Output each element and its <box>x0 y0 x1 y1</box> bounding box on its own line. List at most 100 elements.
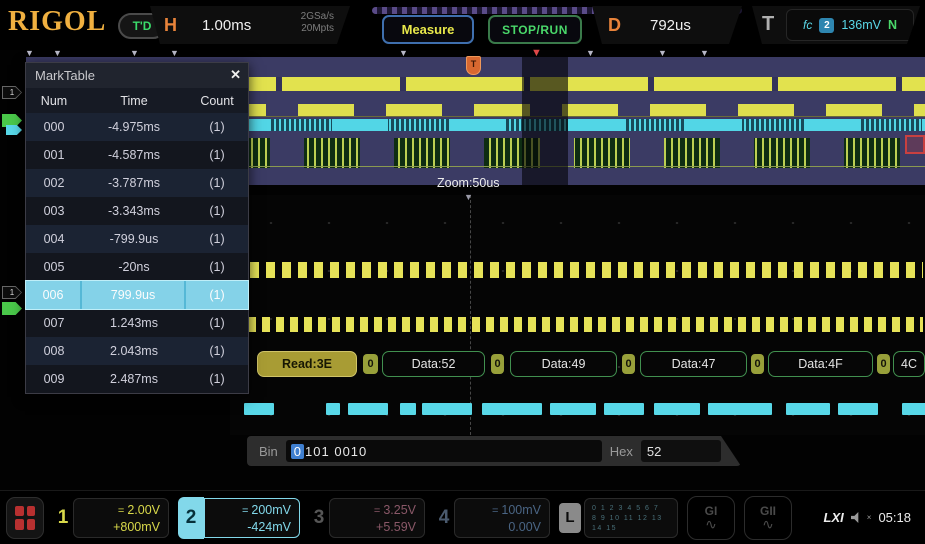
ch1-marker[interactable]: 1 <box>2 86 22 99</box>
cyan-burst <box>550 403 596 415</box>
trigger-label: T <box>762 13 775 35</box>
channel-1-status[interactable]: 1 = 2.00V +800mV <box>53 497 169 538</box>
quick-menu-button[interactable] <box>6 496 44 539</box>
chevron-down-icon: ▼ <box>399 48 408 58</box>
channel-2-box[interactable]: = 200mV -424mV <box>204 497 300 538</box>
cyan-burst <box>244 403 274 415</box>
marktable-cell-count: (1) <box>209 344 225 358</box>
logic-channels-status[interactable]: L 0 1 2 3 4 5 6 7 8 9 10 11 12 13 14 15 <box>559 497 678 538</box>
clock-trace-upper <box>234 262 923 278</box>
marktable-cell-count: (1) <box>209 148 225 162</box>
col-time: Time <box>120 93 148 108</box>
decode-value-bar: Bin 0 101 0010 Hex 52 <box>247 436 741 466</box>
marktable-row[interactable]: 009 2.487ms (1) <box>26 365 248 393</box>
cyan-burst <box>902 403 925 415</box>
sample-rate: 2GSa/s <box>300 11 334 22</box>
decode-frame: 4C <box>893 351 925 377</box>
zoomed-view[interactable]: ▼ Read:3E 0 Data:52 0 Data:49 0 Data:47 0 Data:4… <box>230 192 925 435</box>
channel-4-box[interactable]: = 100mV 0.00V <box>454 497 550 538</box>
chevron-down-icon: ▼ <box>25 48 34 58</box>
sound-muted-icon[interactable] <box>850 512 859 523</box>
marktable-cell-num: 003 <box>43 204 65 218</box>
marktable-row[interactable]: 001 -4.587ms (1) <box>26 141 248 169</box>
channel-2-status[interactable]: 2 = 200mV -424mV <box>178 496 300 539</box>
channel-2-offset: -424mV <box>247 519 291 534</box>
channel-3-scale: 3.25V <box>383 502 416 517</box>
marktable-cell-count: (1) <box>209 204 225 218</box>
channel-4-status[interactable]: 4 = 100mV 0.00V <box>434 497 550 538</box>
delay-value: 792us <box>650 17 691 34</box>
horizontal-label: H <box>164 15 177 35</box>
marktable-row[interactable]: 006 799.9us (1) <box>25 280 249 310</box>
marktable-cell-time: 799.9us <box>82 281 186 309</box>
measure-button[interactable]: Measure <box>382 15 474 44</box>
chevron-down-icon: ▼ <box>700 48 709 58</box>
stop-run-button[interactable]: STOP/RUN <box>488 15 582 44</box>
center-gridline <box>470 195 471 435</box>
marktable-cell-time: -4.975ms <box>107 120 161 134</box>
trigger-mode: N <box>887 18 897 32</box>
timebase-value: 1.00ms <box>202 17 252 34</box>
marktable-cell-time: -3.343ms <box>107 204 161 218</box>
marktable-row[interactable]: 002 -3.787ms (1) <box>26 169 248 197</box>
cyan-channel-marker[interactable] <box>6 125 22 135</box>
channel-3-box[interactable]: = 3.25V +5.59V <box>329 497 425 538</box>
decode-ack-bit: 0 <box>363 354 378 374</box>
logic-row2: 8 9 10 11 12 13 14 15 <box>592 514 663 532</box>
generator-1-button[interactable]: GI ∿ <box>687 495 735 540</box>
decode-ack-bit: 0 <box>622 354 635 374</box>
marktable-row[interactable]: 005 -20ns (1) <box>26 253 248 281</box>
coupling-icon: = <box>241 504 249 517</box>
zoom-window-region[interactable] <box>522 57 568 185</box>
marktable-row[interactable]: 000 -4.975ms (1) <box>26 113 248 141</box>
marktable-cell-time: 1.243ms <box>110 316 158 330</box>
delay-position-marker: ▼ <box>531 47 542 59</box>
chevron-down-icon: ▼ <box>53 48 62 58</box>
hex-value: 52 <box>641 440 721 462</box>
close-icon[interactable]: ✕ <box>230 67 241 83</box>
marktable-cell-num: 006 <box>26 281 82 309</box>
logic-label: L <box>559 502 581 533</box>
generator-2-button[interactable]: GII ∿ <box>744 495 792 540</box>
lxi-indicator: LXI <box>823 510 844 525</box>
cyan-burst <box>654 403 700 415</box>
col-count: Count <box>200 93 234 108</box>
chevron-down-icon: ▼ <box>586 48 595 58</box>
decode-frame: Data:4F <box>768 351 873 377</box>
cyan-burst <box>838 403 878 415</box>
bin-input[interactable]: 0 101 0010 <box>286 440 602 462</box>
marktable-header: Num Time Count <box>26 88 248 113</box>
bin-value: 101 0010 <box>305 443 368 459</box>
ch1-zoom-marker[interactable]: 1 <box>2 286 22 299</box>
trigger-position-flag[interactable]: T <box>466 56 481 75</box>
marktable-cell-count: (1) <box>209 372 225 386</box>
marktable-cell-num: 007 <box>43 316 65 330</box>
chevron-down-icon: ▼ <box>170 48 179 58</box>
marktable-row[interactable]: 003 -3.343ms (1) <box>26 197 248 225</box>
channel-1-offset: +800mV <box>113 519 160 534</box>
acquisition-info: 2GSa/s 20Mpts <box>301 11 334 35</box>
decode-ack-bit: 0 <box>491 354 504 374</box>
logic-channels-box[interactable]: 0 1 2 3 4 5 6 7 8 9 10 11 12 13 14 15 <box>584 497 678 538</box>
channel-3-status[interactable]: 3 = 3.25V +5.59V <box>309 497 425 538</box>
cyan-burst <box>422 403 472 415</box>
marktable-cell-count: (1) <box>209 260 225 274</box>
marktable-row[interactable]: 007 1.243ms (1) <box>26 309 248 337</box>
chevron-down-icon: ▼ <box>130 48 139 58</box>
horizontal-menu[interactable]: H 1.00ms 2GSa/s 20Mpts <box>150 6 350 44</box>
marktable-titlebar[interactable]: MarkTable ✕ <box>26 63 248 88</box>
memory-depth: 20Mpts <box>301 23 334 34</box>
marktable-row[interactable]: 004 -799.9us (1) <box>26 225 248 253</box>
mute-x-icon: × <box>866 513 872 522</box>
cyan-burst <box>482 403 542 415</box>
cyan-burst <box>348 403 388 415</box>
marktable-row[interactable]: 008 2.043ms (1) <box>26 337 248 365</box>
delay-menu[interactable]: D 792us <box>592 6 742 44</box>
rigol-logo: RIGOL <box>8 6 107 37</box>
trigger-menu[interactable]: T fc 2 136mV N <box>752 6 920 44</box>
cyan-burst <box>786 403 830 415</box>
channel-1-box[interactable]: = 2.00V +800mV <box>73 497 169 538</box>
system-time: 05:18 <box>878 510 911 525</box>
green-zoom-marker[interactable] <box>2 302 22 315</box>
decode-frame: Read:3E <box>257 351 357 377</box>
